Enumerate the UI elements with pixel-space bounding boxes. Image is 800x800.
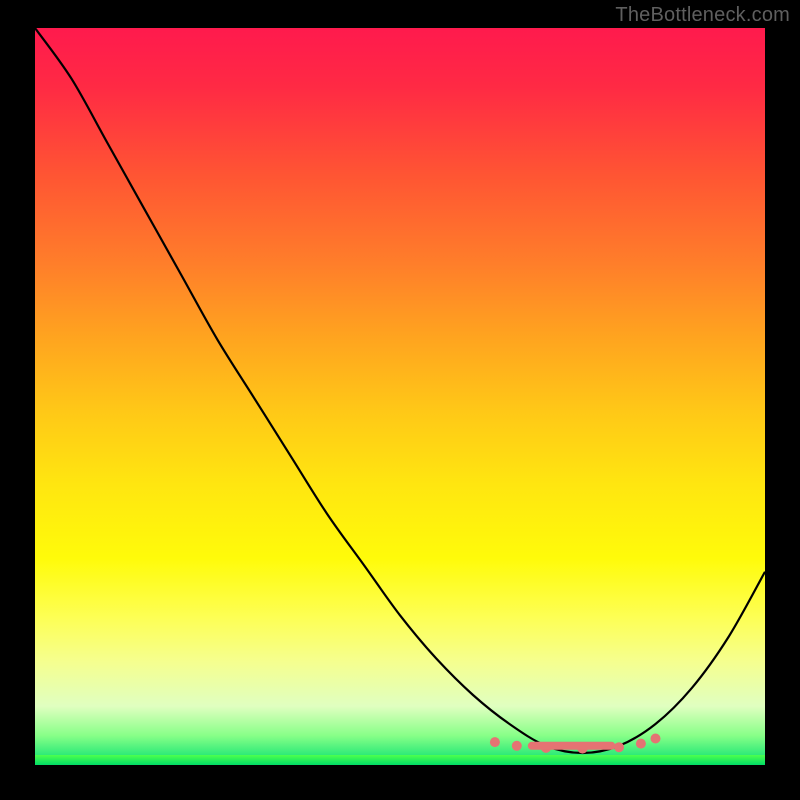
valley-dot — [651, 734, 661, 744]
bottleneck-curve — [35, 28, 765, 765]
valley-dash — [528, 742, 616, 750]
valley-dot — [636, 739, 646, 749]
valley-dot — [490, 737, 500, 747]
valley-dot — [512, 741, 522, 751]
curve-line — [35, 28, 765, 753]
watermark-text: TheBottleneck.com — [615, 4, 790, 27]
plot-area — [35, 28, 765, 765]
valley-marker-dots — [490, 734, 661, 754]
chart-frame: TheBottleneck.com — [0, 0, 800, 800]
valley-dot — [614, 742, 624, 752]
